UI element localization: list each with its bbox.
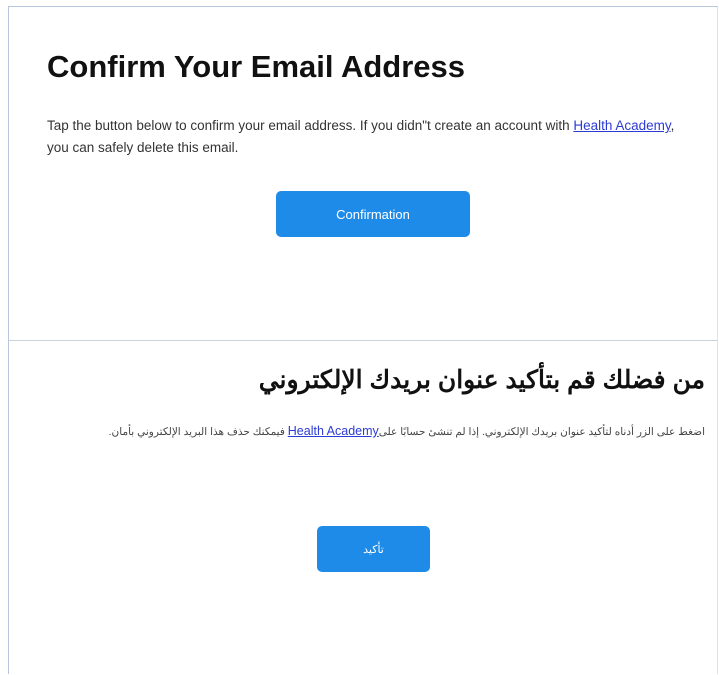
arabic-title: من فضلك قم بتأكيد عنوان بريدك الإلكتروني xyxy=(258,366,705,394)
arabic-body-after-link: فيمكنك حذف هذا البريد الإلكتروني بأمان. xyxy=(108,426,288,438)
arabic-confirm-button[interactable]: تأكيد xyxy=(317,526,430,572)
arabic-body-before-link: اضغط على الزر أدناه لتأكيد عنوان بريدك ا… xyxy=(378,426,705,438)
arabic-email-section: من فضلك قم بتأكيد عنوان بريدك الإلكتروني… xyxy=(9,341,717,675)
arabic-body-text: اضغط على الزر أدناه لتأكيد عنوان بريدك ا… xyxy=(85,421,705,442)
english-email-section: Confirm Your Email Address Tap the butto… xyxy=(9,7,717,341)
english-body-before-link: Tap the button below to confirm your ema… xyxy=(47,118,574,133)
confirmation-button[interactable]: Confirmation xyxy=(276,191,470,237)
health-academy-link-en[interactable]: Health Academy xyxy=(573,118,670,133)
english-body-text: Tap the button below to confirm your ema… xyxy=(47,115,687,159)
email-frame: Confirm Your Email Address Tap the butto… xyxy=(8,6,718,674)
health-academy-link-ar[interactable]: Health Academy xyxy=(288,424,379,438)
english-title: Confirm Your Email Address xyxy=(47,49,466,84)
